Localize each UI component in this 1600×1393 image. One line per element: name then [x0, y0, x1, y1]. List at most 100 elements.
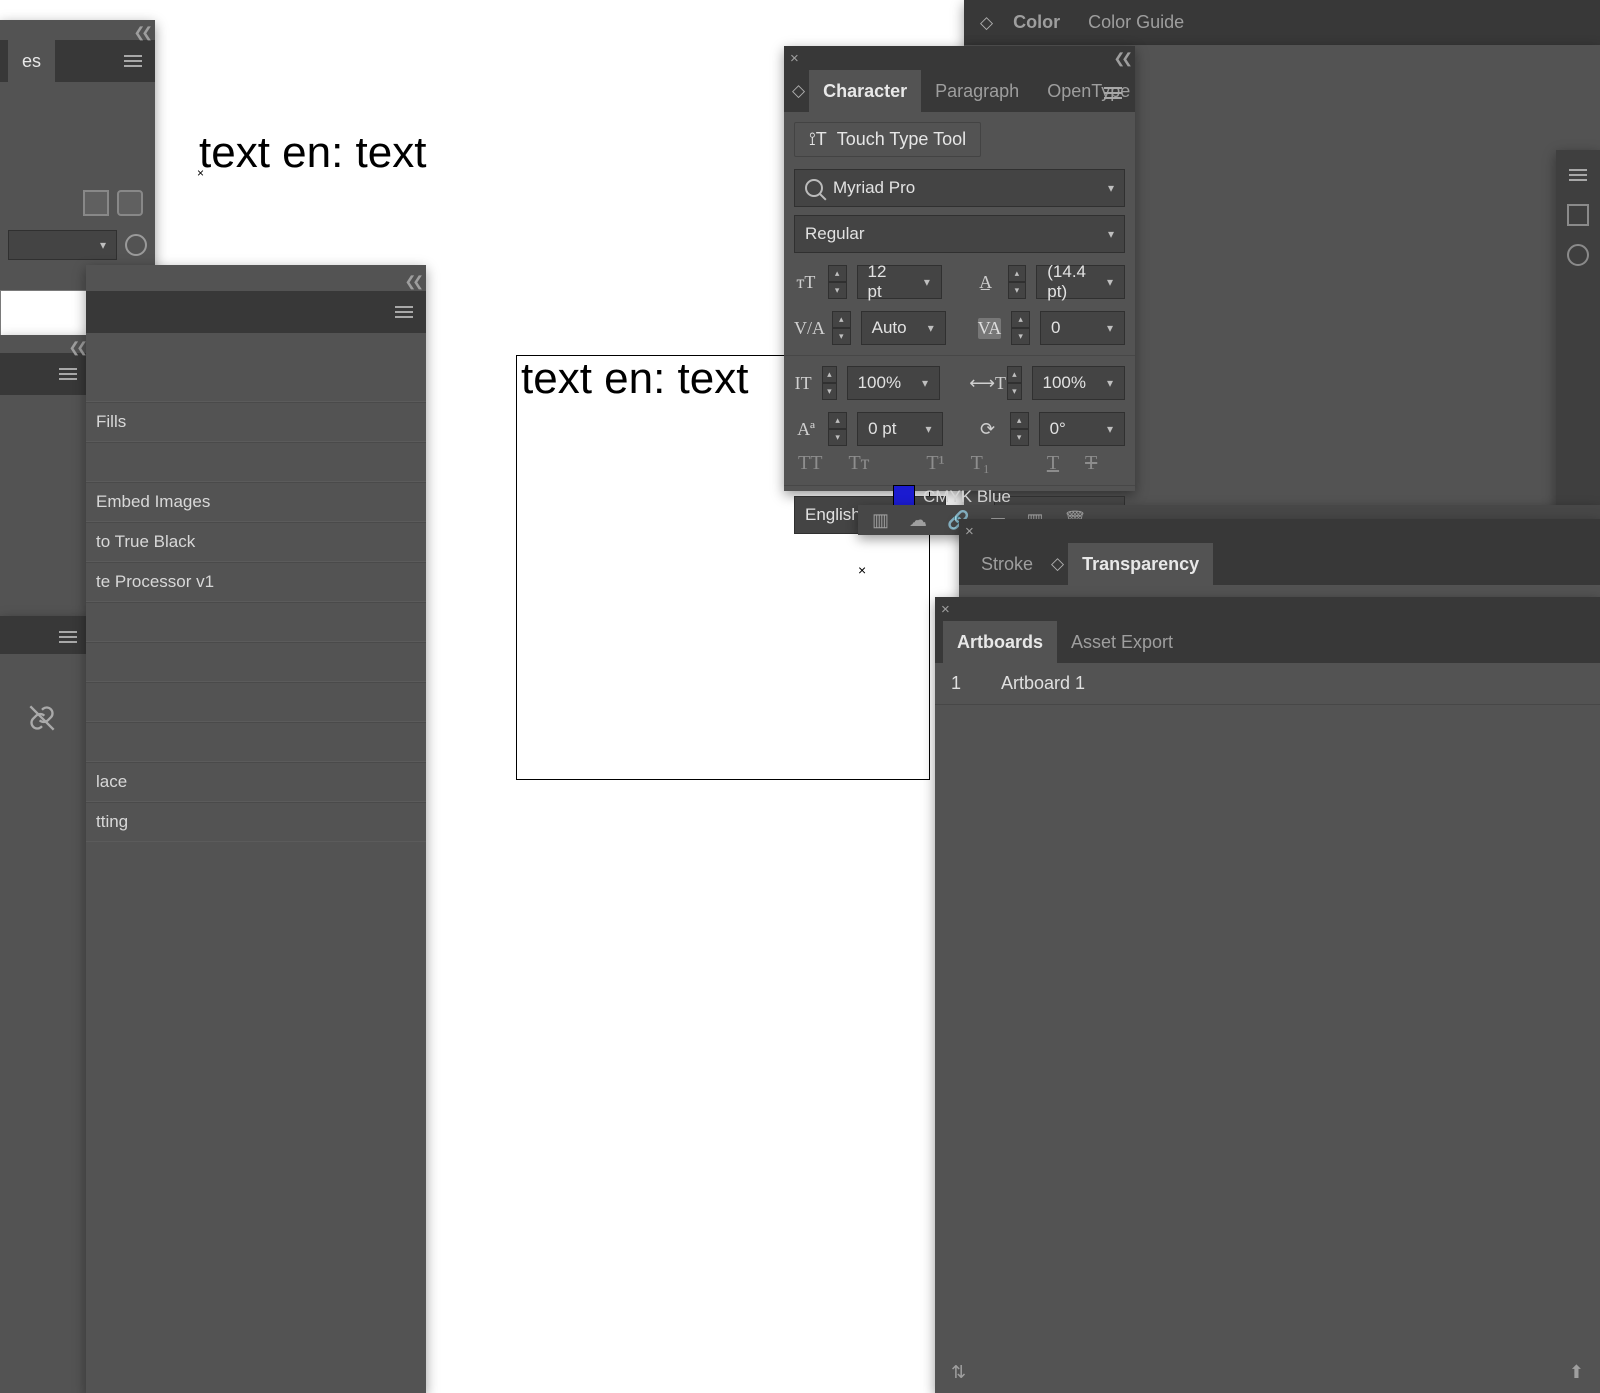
tracking-icon: VA [978, 318, 1002, 339]
close-icon[interactable]: × [965, 524, 974, 539]
baseline-icon: Aª [794, 419, 818, 440]
tab-asset-export[interactable]: Asset Export [1057, 621, 1187, 663]
list-item[interactable]: lace [86, 762, 426, 802]
collapse-icon[interactable]: ❮❮ [1114, 50, 1129, 67]
rotation-stepper[interactable]: ▴▾ [1010, 412, 1029, 446]
tab-transparency[interactable]: Transparency [1068, 543, 1213, 585]
list-item[interactable] [86, 602, 426, 642]
small-caps-button[interactable]: Tᴛ [848, 452, 869, 475]
font-size-input[interactable]: 12 pt▾ [857, 265, 942, 299]
rotation-icon: ⟳ [976, 419, 1000, 440]
character-panel: × ❮❮ ◇ Character Paragraph OpenType ⟟T T… [784, 46, 1135, 491]
cloud-icon[interactable]: ☁ [909, 510, 927, 531]
touch-type-label: Touch Type Tool [837, 129, 966, 150]
collapse-icon[interactable]: ❮❮ [69, 339, 84, 356]
leading-input[interactable]: (14.4 pt)▾ [1036, 265, 1125, 299]
panel-menu-icon[interactable] [54, 626, 82, 648]
artboard-row[interactable]: 1 Artboard 1 [935, 663, 1600, 705]
hscale-stepper[interactable]: ▴▾ [1007, 366, 1021, 400]
tab-artboards[interactable]: Artboards [943, 621, 1057, 663]
stroke-panel: × Stroke ◇ Transparency [959, 519, 1600, 603]
search-icon [805, 179, 823, 197]
artboard-number: 1 [951, 673, 961, 694]
right-dock-strip [1556, 150, 1600, 530]
collapse-icon[interactable]: ❮❮ [405, 273, 420, 290]
tab-color[interactable]: Color [999, 0, 1074, 45]
move-up-icon[interactable]: ⬆ [1569, 1362, 1584, 1383]
underline-button[interactable]: T [1047, 452, 1059, 475]
rearrange-icon[interactable]: ⇅ [951, 1362, 966, 1383]
hscale-input[interactable]: 100%▾ [1032, 366, 1125, 400]
close-icon[interactable]: × [790, 51, 799, 66]
close-icon[interactable]: × [941, 602, 950, 617]
tab-opentype[interactable]: OpenType [1033, 70, 1144, 112]
libraries-icon[interactable]: ▥ [872, 510, 889, 531]
link-break-icon[interactable] [0, 654, 90, 737]
color-panel-tabs: ◇ Color Color Guide [964, 0, 1600, 45]
leading-icon: A̲ [974, 272, 998, 293]
list-item[interactable] [86, 642, 426, 682]
chevron-down-icon: ▾ [1108, 181, 1114, 195]
dock-item-icon[interactable] [1567, 204, 1589, 226]
panel-menu-icon[interactable] [1099, 82, 1127, 104]
expand-icon[interactable]: ◇ [792, 81, 805, 101]
kerning-icon: V/A [794, 318, 822, 339]
canvas-text-2[interactable]: text en: text [521, 354, 748, 404]
tab-color-guide[interactable]: Color Guide [1074, 0, 1198, 45]
baseline-input[interactable]: 0 pt▾ [857, 412, 943, 446]
kerning-input[interactable]: Auto▾ [861, 311, 946, 345]
list-item[interactable] [86, 363, 426, 402]
touch-type-button[interactable]: ⟟T Touch Type Tool [794, 122, 981, 157]
font-family-value: Myriad Pro [833, 178, 915, 198]
subscript-button[interactable]: T₁ [971, 452, 990, 475]
dock-item-icon[interactable] [1567, 244, 1589, 266]
kerning-stepper[interactable]: ▴▾ [832, 311, 851, 345]
swatch-cmyk-blue[interactable] [893, 485, 915, 507]
tab-es[interactable]: es [8, 40, 55, 82]
artboard-name: Artboard 1 [1001, 673, 1085, 694]
tracking-stepper[interactable]: ▴▾ [1011, 311, 1030, 345]
vscale-stepper[interactable]: ▴▾ [822, 366, 836, 400]
rotation-input[interactable]: 0°▾ [1039, 412, 1125, 446]
scripts-panel: ❮❮ Fills Embed Images to True Black te P… [86, 265, 426, 1393]
vscale-input[interactable]: 100%▾ [847, 366, 940, 400]
list-item[interactable] [86, 722, 426, 762]
list-item[interactable]: to True Black [86, 522, 426, 562]
center-mark-icon: × [858, 562, 866, 578]
tab-character[interactable]: Character [809, 70, 921, 112]
canvas-text-1[interactable]: text en: text [199, 128, 426, 178]
artboards-panel: × Artboards Asset Export 1 Artboard 1 ⇅ … [935, 597, 1600, 1393]
strikethrough-button[interactable]: T [1085, 452, 1097, 475]
font-family-dropdown[interactable]: Myriad Pro ▾ [794, 169, 1125, 207]
font-style-value: Regular [805, 224, 865, 244]
globe-icon[interactable] [125, 234, 147, 256]
baseline-stepper[interactable]: ▴▾ [828, 412, 847, 446]
anchor-mark-icon: × [197, 166, 204, 180]
expand-icon[interactable]: ◇ [1051, 554, 1064, 574]
list-item[interactable] [86, 682, 426, 722]
list-item[interactable]: te Processor v1 [86, 562, 426, 602]
list-item[interactable]: tting [86, 802, 426, 842]
shape-square-icon[interactable] [83, 190, 109, 216]
dropdown-small[interactable]: ▾ [8, 230, 117, 260]
panel-menu-icon[interactable] [119, 50, 147, 72]
all-caps-button[interactable]: TT [798, 452, 822, 475]
list-item[interactable] [86, 442, 426, 482]
chevron-down-icon: ▾ [1108, 227, 1114, 241]
shape-rounded-icon[interactable] [117, 190, 143, 216]
list-item[interactable]: Embed Images [86, 482, 426, 522]
tab-paragraph[interactable]: Paragraph [921, 70, 1033, 112]
expand-icon[interactable]: ◇ [980, 13, 993, 33]
swatch-label: CMYK Blue [923, 487, 1011, 507]
panel-menu-icon[interactable] [390, 301, 418, 323]
font-style-dropdown[interactable]: Regular ▾ [794, 215, 1125, 253]
font-size-stepper[interactable]: ▴▾ [828, 265, 847, 299]
leading-stepper[interactable]: ▴▾ [1008, 265, 1027, 299]
panel-menu-icon[interactable] [54, 363, 82, 385]
list-item[interactable]: Fills [86, 402, 426, 442]
tab-stroke[interactable]: Stroke [967, 543, 1047, 585]
superscript-button[interactable]: T¹ [926, 452, 944, 475]
collapse-icon[interactable]: ❮❮ [134, 24, 149, 41]
dock-item-icon[interactable] [1564, 164, 1592, 186]
tracking-input[interactable]: 0▾ [1040, 311, 1125, 345]
